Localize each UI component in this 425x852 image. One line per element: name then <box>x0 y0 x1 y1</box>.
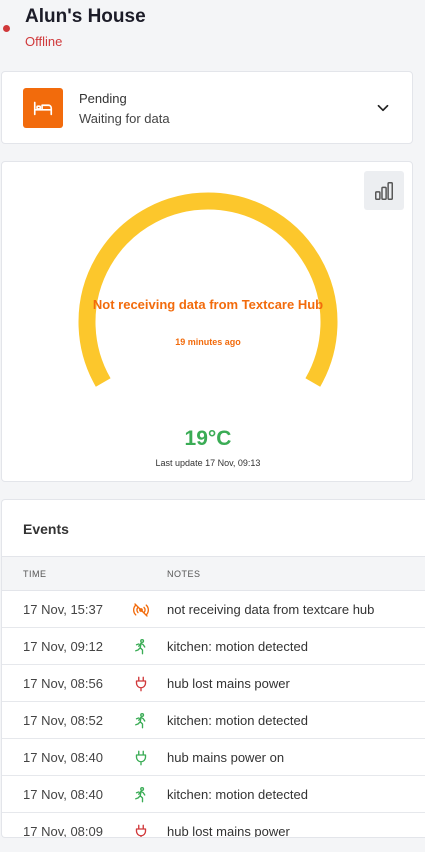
motion-icon <box>132 712 150 730</box>
events-card: Events TIME NOTES 17 Nov, 15:37 not recei… <box>1 499 425 838</box>
event-row: 17 Nov, 08:40 kitchen: motion detected <box>2 776 425 813</box>
event-row: 17 Nov, 15:37 not receiving data from tex… <box>2 591 425 628</box>
house-name: Alun's House <box>25 6 146 27</box>
event-row: 17 Nov, 08:40 hub mains power on <box>2 739 425 776</box>
event-time: 17 Nov, 08:09 <box>23 824 103 838</box>
event-time: 17 Nov, 08:40 <box>23 787 103 802</box>
event-time: 17 Nov, 15:37 <box>23 602 103 617</box>
column-header-time: TIME <box>23 569 47 579</box>
gauge-time-ago: 19 minutes ago <box>175 337 241 347</box>
motion-icon <box>132 786 150 804</box>
event-note: hub mains power on <box>167 750 285 765</box>
pending-subtitle: Waiting for data <box>79 111 170 126</box>
events-title: Events <box>23 521 69 537</box>
status-dot <box>3 25 10 32</box>
gauge-arc <box>78 192 338 387</box>
event-row: 17 Nov, 08:52 kitchen: motion detected <box>2 702 425 739</box>
plug-icon <box>132 749 150 767</box>
event-note: kitchen: motion detected <box>167 639 308 654</box>
plug-icon <box>132 675 150 693</box>
chevron-down-icon[interactable] <box>374 99 392 117</box>
event-note: not receiving data from textcare hub <box>167 602 375 617</box>
motion-icon <box>132 638 150 656</box>
no-signal-icon <box>132 601 150 619</box>
last-update: Last update 17 Nov, 09:13 <box>155 458 261 468</box>
temperature-value: 19°C <box>184 427 232 450</box>
bed-icon <box>23 88 63 128</box>
event-row: 17 Nov, 08:09 hub lost mains power <box>2 813 425 838</box>
event-note: hub lost mains power <box>167 824 290 838</box>
plug-icon <box>132 823 150 837</box>
pending-title: Pending <box>79 91 127 106</box>
event-note: kitchen: motion detected <box>167 787 308 802</box>
header: Alun's House Offline <box>0 0 425 60</box>
event-time: 17 Nov, 09:12 <box>23 639 103 654</box>
gauge-message: Not receiving data from Textcare Hub <box>92 297 324 312</box>
column-header-notes: NOTES <box>167 569 201 579</box>
event-row: 17 Nov, 09:12 kitchen: motion detected <box>2 628 425 665</box>
event-note: hub lost mains power <box>167 676 290 691</box>
event-time: 17 Nov, 08:52 <box>23 713 103 728</box>
connection-status: Offline <box>25 34 63 49</box>
pending-status-card[interactable]: Pending Waiting for data <box>1 71 413 144</box>
temperature-gauge-card: Not receiving data from Textcare Hub 19 … <box>1 161 413 482</box>
event-time: 17 Nov, 08:56 <box>23 676 103 691</box>
events-table-header: TIME NOTES <box>2 556 425 591</box>
event-row: 17 Nov, 08:56 hub lost mains power <box>2 665 425 702</box>
event-time: 17 Nov, 08:40 <box>23 750 103 765</box>
event-note: kitchen: motion detected <box>167 713 308 728</box>
